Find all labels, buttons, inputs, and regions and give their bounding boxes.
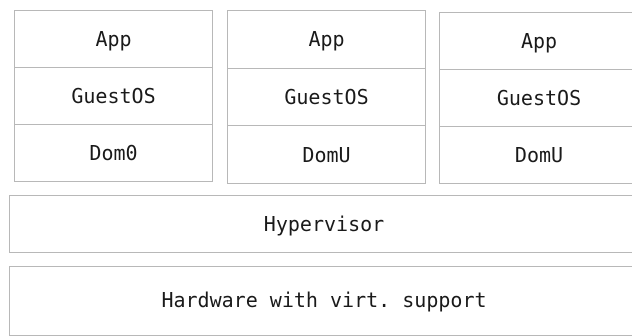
app-layer: App: [308, 27, 345, 52]
vm-stack-domu-2: App GuestOS DomU: [439, 12, 632, 184]
domain-layer: Dom0: [15, 124, 212, 181]
guest-os-layer: GuestOS: [228, 67, 425, 126]
domain-layer: DomU: [440, 126, 632, 183]
hypervisor-label: Hypervisor: [263, 212, 385, 236]
vm-stack-domu-1: App GuestOS DomU: [227, 10, 426, 184]
app-layer: App: [520, 29, 558, 53]
hardware-layer: Hardware with virt. support: [9, 266, 632, 336]
domain-layer: DomU: [228, 125, 425, 183]
hardware-label: Hardware with virt. support: [161, 288, 487, 312]
vm-stack-dom0: App GuestOS Dom0: [14, 10, 213, 182]
guest-os-layer: GuestOS: [440, 69, 632, 126]
app-layer: App: [95, 27, 132, 51]
guest-os-layer: GuestOS: [15, 67, 212, 124]
hypervisor-layer: Hypervisor: [9, 195, 632, 253]
